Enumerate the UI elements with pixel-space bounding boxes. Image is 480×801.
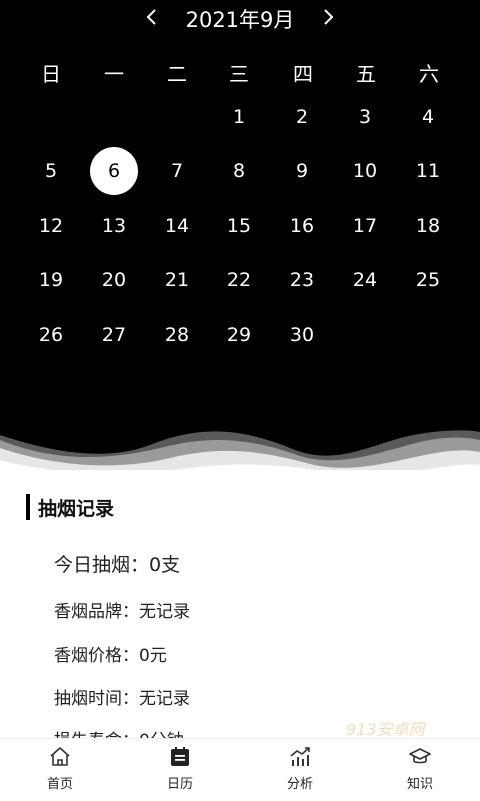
calendar-day[interactable]: 12 (27, 202, 75, 250)
today-smoke-count: 今日抽烟：0支 (54, 554, 181, 576)
calendar-panel: 2021年9月 日 一 二 三 四 五 六 1 2 3 4 5 6 7 8 9 10 11 12 13 1… (0, 0, 480, 480)
calendar-day[interactable]: 8 (215, 147, 263, 195)
calendar-day[interactable]: 13 (90, 202, 138, 250)
calendar-day[interactable]: 23 (278, 256, 326, 304)
calendar-day[interactable]: 15 (215, 202, 263, 250)
life-loss: 损失寿命：0分钟 (54, 726, 184, 738)
calendar-day[interactable]: 7 (153, 147, 201, 195)
calendar-day[interactable]: 1 (215, 93, 263, 141)
cigarette-price: 香烟价格：0元 (54, 646, 167, 666)
calendar-day[interactable]: 24 (341, 256, 389, 304)
watermark: 913安卓网 (346, 720, 425, 738)
chart-icon (290, 747, 310, 766)
tab-home[interactable]: 首页 (20, 745, 100, 799)
calendar-day[interactable]: 20 (90, 256, 138, 304)
calendar-day[interactable]: 25 (404, 256, 452, 304)
calendar-day[interactable]: 4 (404, 93, 452, 141)
calendar-day[interactable]: 11 (404, 147, 452, 195)
cigarette-brand: 香烟品牌：无记录 (54, 602, 190, 622)
calendar-day[interactable]: 16 (278, 202, 326, 250)
calendar-day[interactable]: 22 (215, 256, 263, 304)
calendar-day[interactable]: 26 (27, 311, 75, 359)
tab-label: 日历 (166, 777, 193, 792)
calendar-day[interactable]: 14 (153, 202, 201, 250)
tab-label: 分析 (286, 777, 313, 792)
tab-knowledge[interactable]: 知识 (380, 745, 460, 799)
calendar-day[interactable]: 19 (27, 256, 75, 304)
title-accent-bar (26, 494, 30, 520)
calendar-day[interactable]: 28 (153, 311, 201, 359)
calendar-day[interactable]: 29 (215, 311, 263, 359)
bottom-tab-bar: 首页 日历 分析 知识 (0, 738, 480, 801)
calendar-icon (171, 747, 189, 766)
calendar-day[interactable]: 18 (404, 202, 452, 250)
tab-calendar[interactable]: 日历 (140, 745, 220, 799)
calendar-day[interactable]: 9 (278, 147, 326, 195)
tab-analysis[interactable]: 分析 (260, 745, 340, 799)
tab-label: 知识 (406, 777, 433, 792)
calendar-day[interactable]: 17 (341, 202, 389, 250)
calendar-day[interactable]: 27 (90, 311, 138, 359)
calendar-day[interactable]: 6 (90, 147, 138, 195)
graduation-cap-icon (409, 748, 431, 764)
day-grid: 1 2 3 4 5 6 7 8 9 10 11 12 13 14 15 16 17 18 19 20 21 22 23 24 2… (0, 0, 480, 420)
calendar-day[interactable]: 10 (341, 147, 389, 195)
calendar-day[interactable]: 3 (341, 93, 389, 141)
calendar-day[interactable]: 5 (27, 147, 75, 195)
calendar-day[interactable]: 30 (278, 311, 326, 359)
section-title-text: 抽烟记录 (38, 497, 115, 520)
home-icon (50, 747, 70, 766)
smoking-record-section: 抽烟记录 今日抽烟：0支 香烟品牌：无记录 香烟价格：0元 抽烟时间：无记录 损… (0, 470, 480, 738)
section-title: 抽烟记录 (26, 494, 114, 520)
smoking-time: 抽烟时间：无记录 (54, 689, 190, 709)
calendar-day[interactable]: 2 (278, 93, 326, 141)
tab-label: 首页 (46, 777, 73, 792)
calendar-day[interactable]: 21 (153, 256, 201, 304)
